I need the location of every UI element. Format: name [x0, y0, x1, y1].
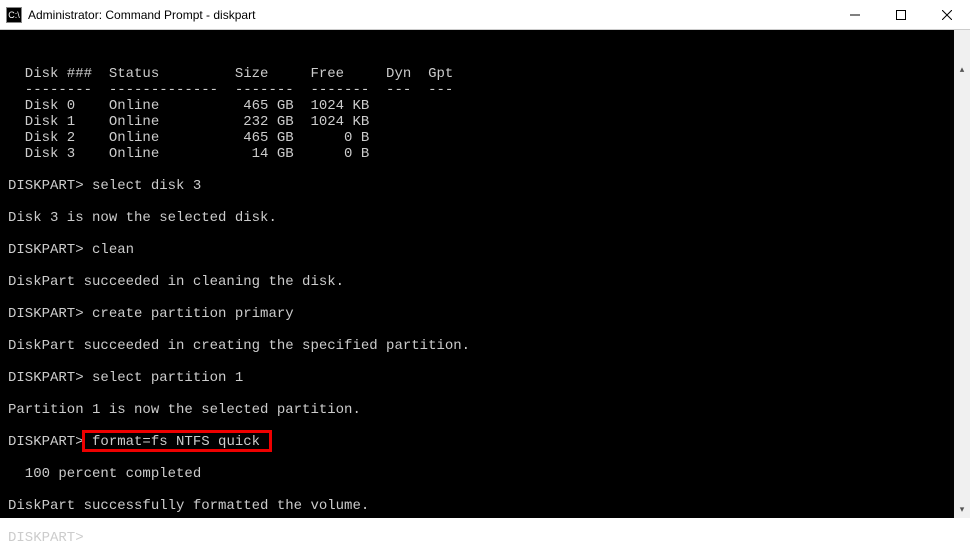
- blank-line: [8, 386, 970, 402]
- prompt-line: DISKPART> create partition primary: [8, 306, 970, 322]
- prompt-line: DISKPART> select partition 1: [8, 370, 970, 386]
- command-text: select disk 3: [92, 178, 201, 194]
- cmd-icon: C:\: [6, 7, 22, 23]
- prompt: DISKPART>: [8, 178, 92, 194]
- blank-line: [8, 322, 970, 338]
- blank-line: [8, 162, 970, 178]
- blank-line: [8, 226, 970, 242]
- prompt-line: DISKPART> clean: [8, 242, 970, 258]
- scroll-down-icon[interactable]: ▾: [954, 502, 970, 518]
- command-text: select partition 1: [92, 370, 243, 386]
- window-title: Administrator: Command Prompt - diskpart: [28, 8, 832, 22]
- command-text: create partition primary: [92, 306, 294, 322]
- output-line: DiskPart succeeded in cleaning the disk.: [8, 274, 970, 290]
- blank-line: [8, 418, 970, 434]
- blank-line: [8, 354, 970, 370]
- terminal[interactable]: ▴ ▾ Disk ### Status Size Free Dyn Gpt --…: [0, 30, 970, 518]
- output-line: 100 percent completed: [8, 466, 970, 482]
- scroll-up-icon[interactable]: ▴: [954, 62, 970, 78]
- prompt: DISKPART>: [8, 370, 92, 386]
- prompt: DISKPART>: [8, 530, 84, 546]
- blank-line: [8, 482, 970, 498]
- blank-line: [8, 194, 970, 210]
- disk-divider: -------- ------------- ------- ------- -…: [8, 82, 970, 98]
- blank-line: [8, 450, 970, 466]
- output-line: Partition 1 is now the selected partitio…: [8, 402, 970, 418]
- disk-row: Disk 2 Online 465 GB 0 B: [8, 130, 970, 146]
- prompt: DISKPART>: [8, 434, 92, 450]
- blank-line: [8, 258, 970, 274]
- prompt: DISKPART>: [8, 306, 92, 322]
- prompt-line: DISKPART> format=fs NTFS quick: [8, 434, 970, 450]
- disk-header: Disk ### Status Size Free Dyn Gpt: [8, 66, 970, 82]
- output-line: DiskPart succeeded in creating the speci…: [8, 338, 970, 354]
- command-text: clean: [92, 242, 134, 258]
- minimize-button[interactable]: [832, 0, 878, 29]
- disk-row: Disk 3 Online 14 GB 0 B: [8, 146, 970, 162]
- disk-row: Disk 1 Online 232 GB 1024 KB: [8, 114, 970, 130]
- prompt: DISKPART>: [8, 242, 92, 258]
- close-button[interactable]: [924, 0, 970, 29]
- title-bar: C:\ Administrator: Command Prompt - disk…: [0, 0, 970, 30]
- output-line: Disk 3 is now the selected disk.: [8, 210, 970, 226]
- window-controls: [832, 0, 970, 29]
- output-line: DiskPart successfully formatted the volu…: [8, 498, 970, 514]
- blank-line: [8, 514, 970, 530]
- disk-row: Disk 0 Online 465 GB 1024 KB: [8, 98, 970, 114]
- prompt-line: DISKPART>: [8, 530, 970, 546]
- prompt-line: DISKPART> select disk 3: [8, 178, 970, 194]
- blank-line: [8, 290, 970, 306]
- command-text: format=fs NTFS quick: [92, 434, 260, 450]
- maximize-button[interactable]: [878, 0, 924, 29]
